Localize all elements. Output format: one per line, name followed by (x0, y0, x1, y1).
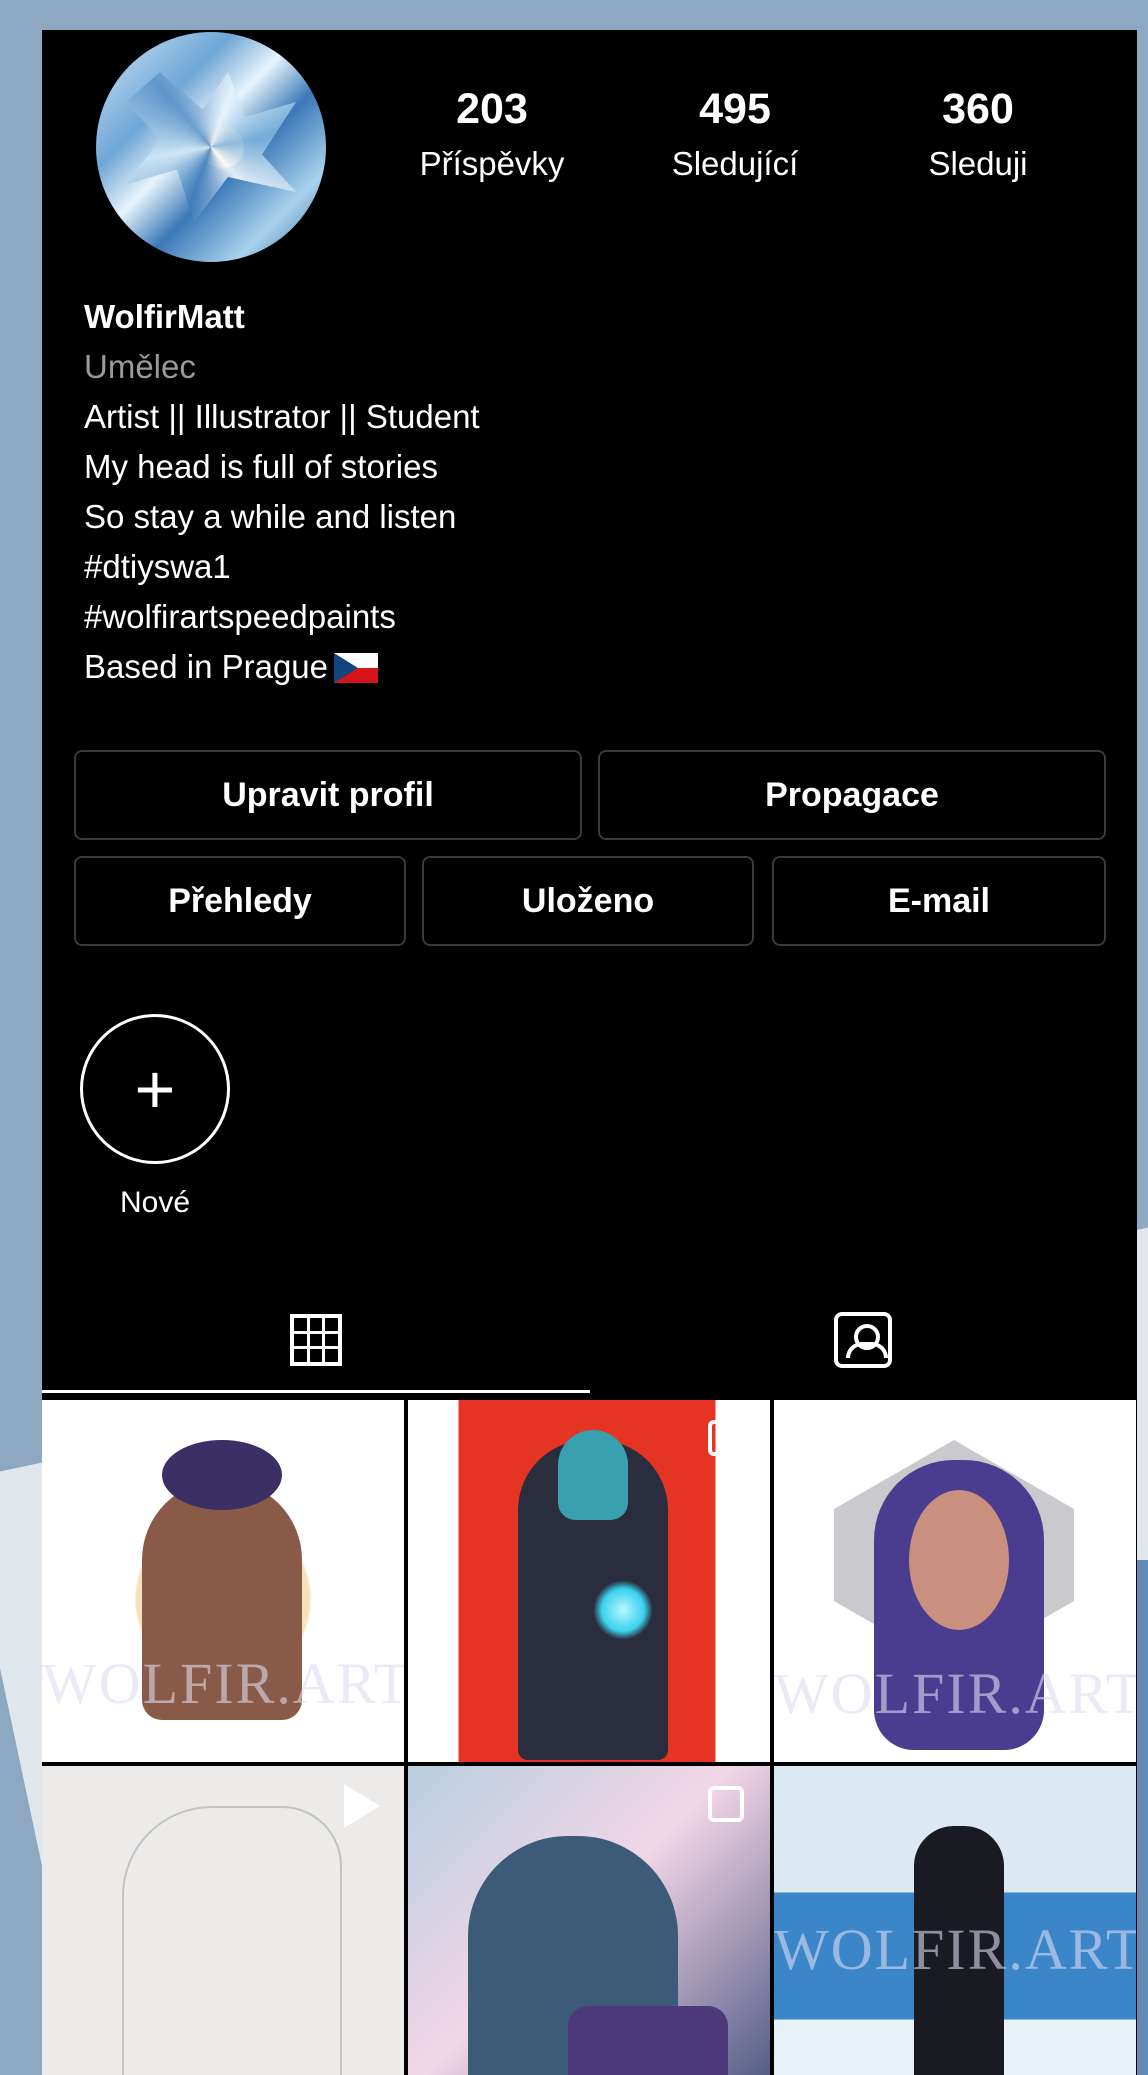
stat-following-value: 360 (942, 85, 1014, 133)
multiple-posts-icon (708, 1786, 744, 1822)
artwork-figure (593, 1580, 653, 1640)
czech-flag-icon (334, 653, 379, 683)
post-thumbnail[interactable] (408, 1400, 770, 1762)
insights-button[interactable]: Přehledy (74, 856, 406, 946)
avatar[interactable] (96, 32, 326, 262)
stat-following[interactable]: 360 Sleduji (868, 88, 1088, 183)
artwork-figure (558, 1430, 628, 1520)
tab-grid[interactable] (42, 1290, 590, 1390)
post-thumbnail[interactable]: WOLFIR.ART (774, 1400, 1136, 1762)
stat-followers-label: Sledující (671, 145, 799, 182)
profile-tabs (42, 1290, 1137, 1390)
stat-posts-value: 203 (456, 85, 528, 133)
bio-line: Artist || Illustrator || Student (84, 398, 480, 435)
artwork-figure (162, 1440, 282, 1510)
grid-icon (289, 1314, 342, 1366)
post-watermark: WOLFIR.ART (774, 1661, 1136, 1726)
email-button[interactable]: E-mail (772, 856, 1106, 946)
new-highlight[interactable]: + Nové (80, 1014, 230, 1220)
bio-location: Based in Prague (84, 642, 480, 692)
saved-button[interactable]: Uloženo (422, 856, 754, 946)
bio-line: My head is full of stories (84, 448, 438, 485)
stat-followers-value: 495 (699, 85, 771, 133)
stat-posts[interactable]: 203 Příspěvky (382, 88, 602, 183)
artwork-figure (909, 1490, 1009, 1630)
post-watermark: WOLFIR.ART (42, 1651, 404, 1716)
tagged-person-icon (834, 1312, 893, 1368)
hashtag-link[interactable]: #wolfirartspeedpaints (84, 592, 480, 642)
profile-username: WolfirMatt (84, 298, 245, 335)
new-highlight-label: Nové (119, 1186, 191, 1219)
post-thumbnail[interactable]: WOLFIR.ART (42, 1400, 404, 1762)
promotions-button[interactable]: Propagace (598, 750, 1106, 840)
bio-location-text: Based in Prague (84, 648, 329, 685)
post-watermark: WOLFIR.ART (774, 1917, 1136, 1982)
plus-icon[interactable]: + (80, 1014, 230, 1164)
bio-line: So stay a while and listen (84, 498, 457, 535)
profile-screen: 203 Příspěvky 495 Sledující 360 Sleduji … (42, 30, 1137, 2075)
multiple-posts-icon (708, 1420, 744, 1456)
stat-followers[interactable]: 495 Sledující (625, 88, 845, 183)
artwork-figure (568, 2006, 728, 2075)
profile-bio: WolfirMatt Umělec Artist || Illustrator … (84, 292, 480, 692)
active-tab-indicator (42, 1390, 590, 1393)
hashtag-link[interactable]: #dtiyswa1 (84, 542, 480, 592)
artwork-figure (122, 1806, 342, 2075)
video-play-icon (344, 1784, 380, 1828)
edit-profile-button[interactable]: Upravit profil (74, 750, 582, 840)
stat-posts-label: Příspěvky (419, 145, 565, 182)
post-thumbnail[interactable]: WOLFIR.ART (774, 1766, 1136, 2075)
post-thumbnail[interactable] (408, 1766, 770, 2075)
profile-category: Umělec (84, 348, 196, 385)
post-thumbnail[interactable] (42, 1766, 404, 2075)
stat-following-label: Sleduji (928, 145, 1028, 182)
tab-tagged[interactable] (590, 1290, 1138, 1390)
